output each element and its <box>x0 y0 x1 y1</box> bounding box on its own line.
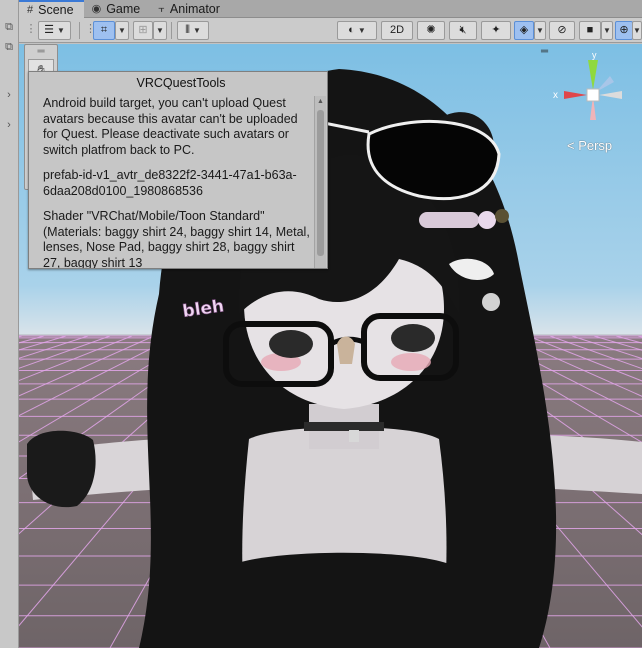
dialog-message: Android build target, you can't upload Q… <box>29 96 313 268</box>
vrcquesttools-dialog: VRCQuestTools Android build target, you … <box>28 71 328 269</box>
camera-button[interactable]: ■ <box>579 21 601 40</box>
lightbulb-icon: ✺ <box>426 24 436 36</box>
gizmo-y-arrow[interactable] <box>588 60 598 90</box>
layers-icon: ◈ <box>519 24 529 36</box>
animator-icon: ⫟ <box>158 2 165 15</box>
dialog-paragraph: Android build target, you can't upload Q… <box>43 96 298 157</box>
gamepad-icon: ◉ <box>91 2 102 15</box>
dialog-paragraph: prefab-id-v1_avtr_de8322f2-3441-47a1-b63… <box>43 168 297 198</box>
window-icon[interactable]: ⧉ <box>2 20 16 34</box>
grid-snapping-dropdown[interactable]: ▼ <box>115 21 129 40</box>
gizmo-x-arrow[interactable] <box>564 91 587 99</box>
dialog-title: VRCQuestTools <box>136 76 226 90</box>
draw-mode-dropdown[interactable]: ◐ ▼ <box>337 21 377 40</box>
effects-icon: ✦ <box>491 24 501 36</box>
layers-dropdown[interactable]: ▼ <box>534 21 546 40</box>
camera-dropdown[interactable]: ▼ <box>601 21 613 40</box>
layers-button[interactable]: ◈ <box>514 21 534 40</box>
gizmo-x-label: x <box>553 90 558 101</box>
scene-toolbar: ⋮ ☰ ▼ ⋮ ⌗ ▼ ⊞ ▼ ⦀ ▼ ◐ ▼ 2D ✺ 🔇︎ ✦ ◈ ▼ ⊘ … <box>19 18 642 43</box>
camera-icon: ■ <box>586 24 594 36</box>
grid-bars-icon: ⦀ <box>185 24 190 36</box>
view-2d-toggle[interactable]: 2D <box>381 21 413 40</box>
chevron-down-icon: ▼ <box>192 26 201 35</box>
hash-icon: # <box>27 4 34 16</box>
increment-snap-dropdown[interactable]: ▼ <box>153 21 167 40</box>
view-2d-label: 2D <box>389 24 405 36</box>
grid-snapping-button[interactable]: ⌗ <box>93 21 115 40</box>
left-panel-strip: ⧉ ⧉ › › <box>0 0 19 648</box>
gizmos-button[interactable]: ⊕ <box>615 21 633 40</box>
scroll-thumb[interactable] <box>317 110 324 256</box>
grid-visibility-button[interactable]: ⦀ ▼ <box>177 21 209 40</box>
tab-game[interactable]: ◉ Game <box>84 0 151 18</box>
grid-snap-icon: ⌗ <box>100 24 108 36</box>
tab-animator[interactable]: ⫟ Animator <box>150 0 230 18</box>
tab-label: Scene <box>38 3 74 17</box>
expand-arrow-icon-2[interactable]: › <box>2 118 16 132</box>
lighting-toggle[interactable]: ✺ <box>417 21 445 40</box>
effects-toggle[interactable]: ✦ <box>481 21 511 40</box>
tab-label: Game <box>106 1 141 16</box>
settings-list-icon: ☰ <box>44 24 54 36</box>
chevron-down-icon: ▼ <box>156 26 164 35</box>
chevron-down-icon: ▼ <box>603 26 611 35</box>
grip-icon: ⋮ <box>25 23 37 35</box>
scroll-up-arrow-icon[interactable]: ▲ <box>315 96 326 108</box>
visibility-toggle[interactable]: ⊘ <box>549 21 575 40</box>
audio-toggle[interactable]: 🔇︎ <box>449 21 477 40</box>
eye-slash-icon: ⊘ <box>557 24 567 36</box>
projection-toggle[interactable]: < Persp <box>567 138 612 153</box>
globe-icon: ⊕ <box>619 24 629 36</box>
increment-snap-icon: ⊞ <box>138 24 148 36</box>
grip-icon[interactable]: ═ <box>25 45 57 59</box>
tab-scene[interactable]: # Scene <box>19 0 84 18</box>
tab-bar: # Scene ◉ Game ⫟ Animator <box>19 0 642 18</box>
shaded-sphere-icon: ◐ <box>348 24 355 36</box>
increment-snap-button[interactable]: ⊞ <box>133 21 153 40</box>
audio-mute-icon: 🔇︎ <box>459 24 467 36</box>
gizmo-y-label: y <box>592 50 597 60</box>
dialog-scrollbar[interactable]: ▲ <box>314 96 326 268</box>
chevron-down-icon: ▼ <box>357 26 366 35</box>
gizmo-neg-x-arrow[interactable] <box>599 91 622 99</box>
dialog-paragraph: Shader "VRChat/Mobile/Toon Standard" (Ma… <box>43 209 310 268</box>
chevron-down-icon: ▼ <box>536 26 544 35</box>
tab-label: Animator <box>169 1 220 16</box>
gizmo-center-cube[interactable] <box>586 88 600 102</box>
window-icon-2[interactable]: ⧉ <box>2 40 16 54</box>
chevron-down-icon: ▼ <box>118 26 126 35</box>
chevron-down-icon: ▼ <box>57 26 65 35</box>
expand-arrow-icon[interactable]: › <box>2 88 16 102</box>
tool-settings-dropdown[interactable]: ☰ ▼ <box>38 21 71 40</box>
chevron-down-icon: ▼ <box>633 26 641 35</box>
gizmos-dropdown[interactable]: ▼ <box>632 21 642 40</box>
